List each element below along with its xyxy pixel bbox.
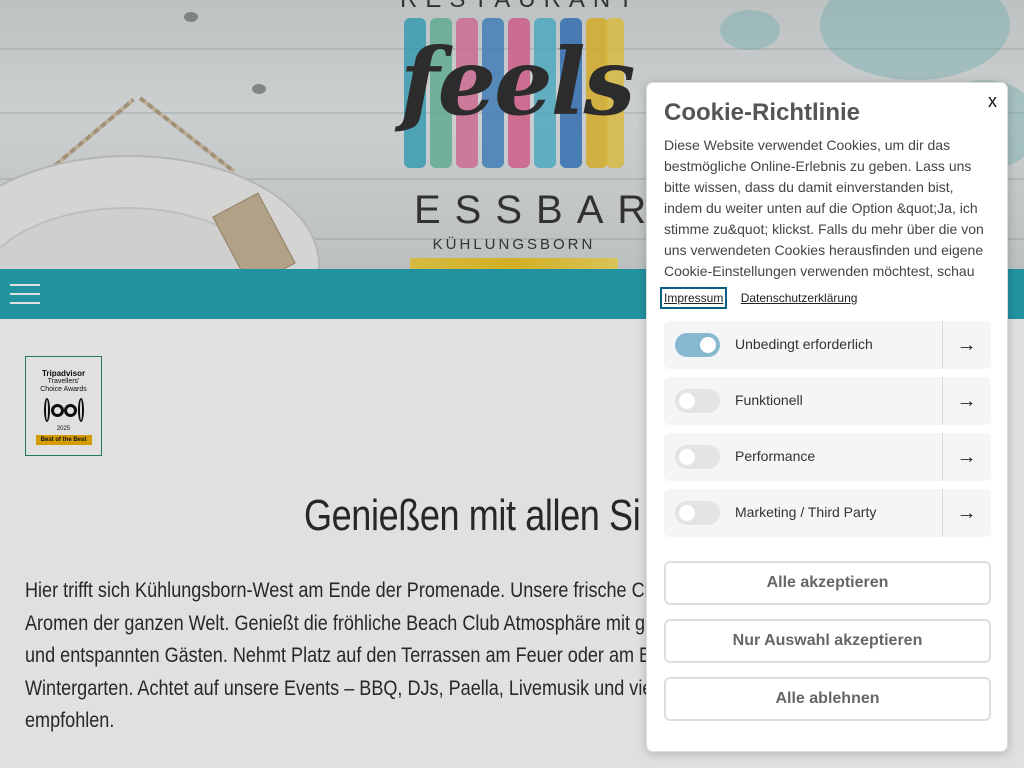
category-label: Performance	[735, 448, 816, 464]
arrow-right-icon[interactable]: →	[942, 377, 991, 425]
cookie-description: Diese Website verwendet Cookies, um dir …	[664, 137, 984, 279]
category-label: Marketing / Third Party	[735, 504, 877, 520]
category-label: Unbedingt erforderlich	[735, 336, 873, 352]
arrow-right-icon[interactable]: →	[942, 489, 991, 537]
cookie-dialog: x Cookie-Richtlinie Diese Website verwen…	[646, 82, 1008, 752]
accept-selection-button[interactable]: Nur Auswahl akzeptieren	[664, 619, 991, 663]
functional-toggle[interactable]	[675, 389, 720, 413]
toggle-knob	[679, 449, 695, 465]
category-label: Funktionell	[735, 392, 803, 408]
arrow-right-icon[interactable]: →	[942, 433, 991, 481]
toggle-knob	[679, 505, 695, 521]
marketing-toggle[interactable]	[675, 501, 720, 525]
necessary-toggle[interactable]	[675, 333, 720, 357]
cookie-category-performance: Performance →	[664, 433, 991, 481]
accept-all-button[interactable]: Alle akzeptieren	[664, 561, 991, 605]
close-button[interactable]: x	[988, 91, 997, 112]
arrow-right-icon[interactable]: →	[942, 321, 991, 369]
impressum-link[interactable]: Impressum	[659, 287, 728, 309]
reject-all-button[interactable]: Alle ablehnen	[664, 677, 991, 721]
toggle-knob	[700, 337, 716, 353]
performance-toggle[interactable]	[675, 445, 720, 469]
cookie-category-marketing: Marketing / Third Party →	[664, 489, 991, 537]
toggle-knob	[679, 393, 695, 409]
privacy-policy-link[interactable]: Datenschutzerklärung	[741, 291, 858, 305]
cookie-category-functional: Funktionell →	[664, 377, 991, 425]
cookie-title: Cookie-Richtlinie	[664, 99, 861, 126]
cookie-links: Impressum Datenschutzerklärung	[659, 287, 871, 309]
cookie-category-necessary: Unbedingt erforderlich →	[664, 321, 991, 369]
